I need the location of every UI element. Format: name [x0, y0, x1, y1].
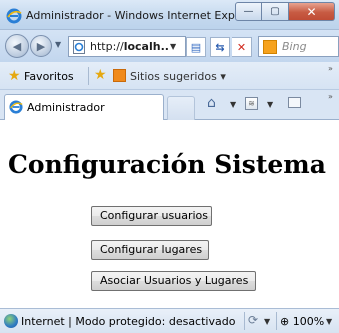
favorites-star-icon: ★	[8, 68, 21, 84]
tab-bar: Administrador ⌂ ▼ ≋ ▼ »	[0, 90, 339, 120]
browser-window: Administrador - Windows Internet Explore…	[0, 0, 339, 333]
zoom-dropdown-icon[interactable]: ▼	[326, 317, 332, 326]
asociar-usuarios-lugares-button[interactable]: Asociar Usuarios y Lugares	[91, 271, 256, 291]
mail-icon[interactable]	[288, 97, 301, 108]
window-title: Administrador - Windows Internet Explore…	[26, 9, 246, 22]
chevron-right-icon[interactable]: »	[328, 92, 333, 101]
suggested-sites-button[interactable]: Sitios sugeridos ▾	[130, 70, 226, 83]
favorites-divider	[88, 67, 89, 85]
minimize-button[interactable]: —	[235, 2, 262, 21]
suggested-sites-icon	[113, 69, 126, 82]
home-dropdown-icon[interactable]: ▼	[230, 100, 236, 109]
address-prefix: http://	[90, 40, 124, 53]
status-divider	[276, 312, 277, 330]
window-controls: — ▢ ✕	[235, 2, 335, 22]
stop-button[interactable]: ✕	[232, 37, 252, 57]
maximize-button[interactable]: ▢	[262, 2, 289, 21]
bing-icon	[263, 39, 277, 54]
close-button[interactable]: ✕	[289, 2, 335, 21]
back-arrow-icon: ◀	[12, 39, 22, 53]
refresh-button[interactable]: ⇆	[210, 37, 230, 57]
address-bar[interactable]: http://localh... ▼	[68, 36, 186, 57]
address-dropdown-icon[interactable]: ▼	[170, 42, 176, 51]
internet-zone-icon	[4, 314, 18, 328]
forward-button[interactable]: ▶	[30, 35, 52, 57]
home-icon[interactable]: ⌂	[207, 95, 216, 111]
compatibility-view-icon: ▤	[190, 40, 202, 54]
title-bar: Administrador - Windows Internet Explore…	[0, 0, 339, 30]
refresh-icon: ⇆	[215, 40, 225, 54]
feeds-icon[interactable]: ≋	[245, 97, 258, 110]
forward-arrow-icon: ▶	[36, 39, 46, 53]
search-input[interactable]: Bing	[282, 40, 307, 53]
ie-logo-icon	[6, 8, 22, 24]
add-favorite-icon[interactable]: ★	[94, 67, 107, 83]
back-button[interactable]: ◀	[5, 34, 29, 58]
status-divider	[244, 312, 245, 330]
new-tab-button[interactable]	[167, 96, 195, 120]
chevron-right-icon[interactable]: »	[328, 64, 333, 73]
recent-pages-dropdown[interactable]: ▼	[55, 40, 61, 49]
page-title: Configuración Sistema	[8, 150, 326, 179]
configurar-usuarios-button[interactable]: Configurar usuarios	[91, 206, 212, 226]
address-input[interactable]: http://localh...	[90, 40, 168, 53]
address-host: localh...	[123, 40, 168, 53]
navigation-bar: ◀ ▶ ▼ http://localh... ▼ ▤ ⇆ ✕ Bing	[0, 30, 339, 62]
configurar-lugares-button[interactable]: Configurar lugares	[91, 240, 209, 260]
feeds-dropdown-icon[interactable]: ▼	[267, 100, 273, 109]
favorites-button[interactable]: Favoritos	[24, 70, 74, 83]
protected-mode-dropdown-icon[interactable]: ▼	[264, 317, 270, 326]
protected-mode-icon[interactable]: ⟳	[248, 313, 258, 327]
zoom-icon: ⊕	[280, 315, 290, 328]
favorites-bar: ★ Favoritos ★ Sitios sugeridos ▾ »	[0, 62, 339, 90]
page-icon	[73, 39, 85, 54]
ie-logo-icon	[9, 100, 23, 114]
zoom-value: 100%	[292, 315, 325, 328]
compatibility-view-button[interactable]: ▤	[186, 37, 206, 57]
tab-administrador[interactable]: Administrador	[4, 94, 164, 120]
tab-label: Administrador	[27, 101, 105, 114]
zoom-level[interactable]: ⊕ 100%	[280, 315, 324, 328]
stop-icon: ✕	[236, 40, 247, 54]
page-content: Configuración Sistema Configurar usuario…	[0, 121, 339, 308]
status-text: Internet | Modo protegido: desactivado	[21, 315, 236, 328]
search-box[interactable]: Bing	[258, 36, 339, 57]
status-bar: Internet | Modo protegido: desactivado ⟳…	[0, 308, 339, 333]
